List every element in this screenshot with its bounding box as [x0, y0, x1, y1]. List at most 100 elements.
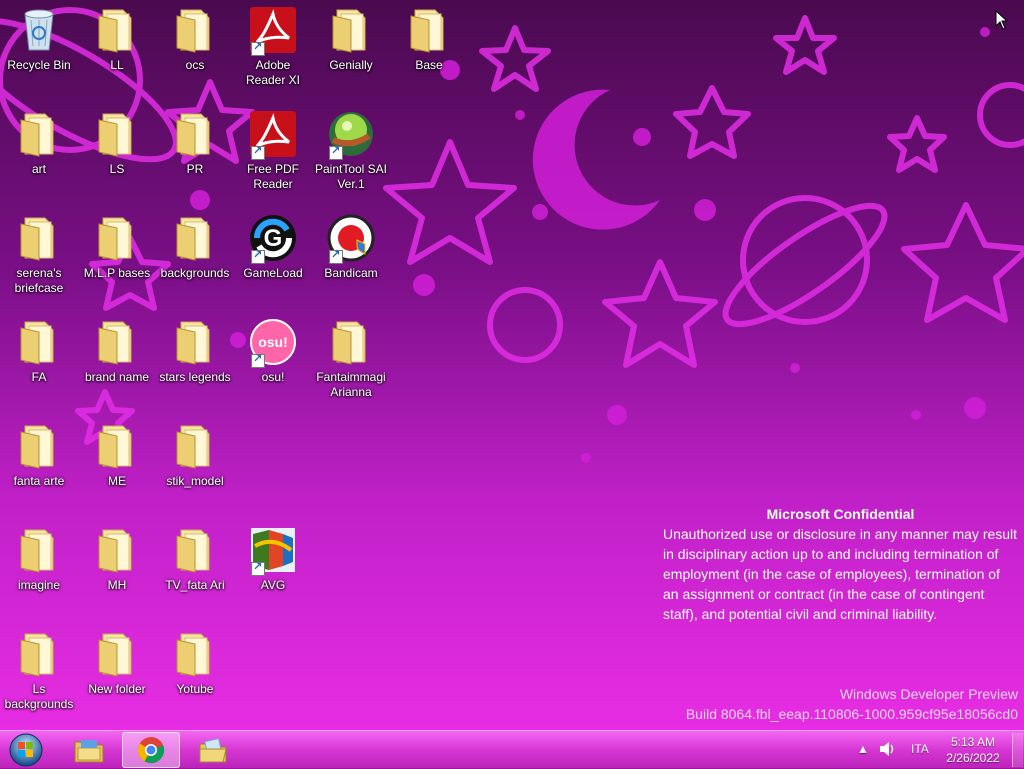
folder-icon-wrapper: [93, 110, 141, 158]
folder-icon: [98, 529, 132, 573]
desktop-icon-label: AVG: [260, 578, 286, 592]
desktop-icon[interactable]: fanta arte: [0, 416, 78, 516]
show-desktop-button[interactable]: [1012, 733, 1023, 767]
desktop-icon[interactable]: Fantaimmagi Arianna: [312, 312, 390, 412]
folder-icon-wrapper: [93, 214, 141, 262]
desktop-icon[interactable]: imagine: [0, 520, 78, 620]
desktop-icon-label: ocs: [185, 58, 205, 72]
desktop-icon[interactable]: serena's briefcase: [0, 208, 78, 308]
desktop-icon[interactable]: Recycle Bin: [0, 0, 78, 100]
folder-icon-wrapper: [93, 422, 141, 470]
speaker-icon: [880, 742, 894, 756]
desktop-icon-label: osu!: [261, 370, 285, 384]
desktop-icon[interactable]: Ls backgrounds: [0, 624, 78, 724]
taskbar-folder-button[interactable]: [184, 732, 242, 768]
desktop-icon-label: LS: [109, 162, 125, 176]
desktop-icon-label: GameLoad: [243, 266, 303, 280]
desktop-icon-label: TV_fata Ari: [165, 578, 225, 592]
desktop-icon[interactable]: AVG: [234, 520, 312, 620]
recycle-bin-icon: [24, 9, 54, 51]
folder-icon: [176, 113, 210, 157]
desktop-icon[interactable]: Genially: [312, 0, 390, 100]
desktop-icon[interactable]: FA: [0, 312, 78, 412]
folder-icon: [98, 425, 132, 469]
desktop-icon[interactable]: G GameLoad: [234, 208, 312, 308]
desktop-icon[interactable]: backgrounds: [156, 208, 234, 308]
show-hidden-icons-button[interactable]: ▲: [857, 742, 869, 756]
desktop-icon-label: FA: [31, 370, 47, 384]
desktop-icon-label: PR: [186, 162, 204, 176]
shortcut-arrow-icon: [251, 352, 265, 368]
desktop-icon[interactable]: LS: [78, 104, 156, 204]
folder-icon-wrapper: [171, 526, 219, 574]
watermark-body: Unauthorized use or disclosure in any ma…: [663, 526, 1018, 622]
desktop-icon-label: Fantaimmagi Arianna: [316, 370, 386, 399]
desktop-icon[interactable]: LL: [78, 0, 156, 100]
start-orb-icon: [9, 733, 43, 767]
desktop-icon-label: New folder: [88, 682, 146, 696]
desktop-icon[interactable]: Adobe Reader XI: [234, 0, 312, 100]
folder-icon: [332, 9, 366, 53]
desktop-icon[interactable]: PaintTool SAI Ver.1: [312, 104, 390, 204]
desktop-icon[interactable]: Base: [390, 0, 468, 100]
desktop-icon-label: stik_model: [166, 474, 224, 488]
folder-icon-wrapper: [93, 318, 141, 366]
clock-time: 5:13 AM: [950, 735, 996, 749]
desktop-icon[interactable]: PR: [156, 104, 234, 204]
folder-icon-wrapper: [327, 318, 375, 366]
folder-icon: [98, 113, 132, 157]
desktop-icon[interactable]: stars legends: [156, 312, 234, 412]
desktop-icon-label: LL: [110, 58, 124, 72]
desktop-icon[interactable]: ocs: [156, 0, 234, 100]
desktop-icon-label: MH: [107, 578, 127, 592]
file-explorer-icon: [74, 740, 104, 763]
shortcut-arrow-icon: [251, 560, 265, 576]
folder-icon-wrapper: [171, 630, 219, 678]
desktop-icon[interactable]: brand name: [78, 312, 156, 412]
folder-icon-wrapper: [171, 318, 219, 366]
desktop-icon[interactable]: MH: [78, 520, 156, 620]
desktop-icon[interactable]: M.L.P bases: [78, 208, 156, 308]
osu-icon-wrapper: osu!: [249, 318, 297, 368]
desktop-icon[interactable]: New folder: [78, 624, 156, 724]
folder-icon: [20, 633, 54, 677]
folder-icon: [20, 113, 54, 157]
watermark-title: Microsoft Confidential: [766, 506, 915, 522]
build-string: Build 8064.fbl_eeap.110806-1000.959cf95e…: [685, 706, 1018, 722]
desktop-icon[interactable]: art: [0, 104, 78, 204]
desktop-icon[interactable]: Yotube: [156, 624, 234, 724]
clock[interactable]: 5:13 AM 2/26/2022: [940, 734, 1006, 766]
desktop-icon[interactable]: osu! osu!: [234, 312, 312, 412]
taskbar-chrome-button[interactable]: [122, 732, 180, 768]
mouse-pointer-icon: [995, 10, 1009, 30]
taskbar-file-explorer-button[interactable]: [60, 732, 118, 768]
desktop-icon-label: Base: [415, 58, 443, 72]
folder-files-icon: [199, 738, 227, 763]
shortcut-arrow-icon: [329, 144, 343, 160]
product-name: Windows Developer Preview: [839, 686, 1018, 702]
shortcut-arrow-icon: [329, 248, 343, 264]
desktop-icon[interactable]: Bandicam: [312, 208, 390, 308]
folder-icon: [176, 529, 210, 573]
folder-icon: [98, 633, 132, 677]
folder-icon-wrapper: [171, 422, 219, 470]
start-button[interactable]: [4, 731, 48, 769]
desktop-icon-label: backgrounds: [160, 266, 230, 280]
folder-icon-wrapper: [93, 6, 141, 54]
desktop-icon[interactable]: TV_fata Ari: [156, 520, 234, 620]
folder-icon-wrapper: [171, 6, 219, 54]
desktop-icon[interactable]: ME: [78, 416, 156, 516]
folder-icon-wrapper: [15, 526, 63, 574]
desktop-icon-label: serena's briefcase: [14, 266, 64, 295]
desktop-icon[interactable]: Free PDF Reader: [234, 104, 312, 204]
folder-icon-wrapper: [93, 630, 141, 678]
language-indicator[interactable]: ITA: [911, 742, 929, 756]
desktop-icon-label: art: [31, 162, 46, 176]
desktop-icon[interactable]: stik_model: [156, 416, 234, 516]
volume-button[interactable]: [878, 740, 896, 761]
shortcut-arrow-icon: [251, 144, 265, 160]
desktop-icon-label: stars legends: [159, 370, 231, 384]
folder-icon: [98, 321, 132, 365]
folder-icon: [20, 425, 54, 469]
desktop-icon-label: Ls backgrounds: [4, 682, 74, 711]
